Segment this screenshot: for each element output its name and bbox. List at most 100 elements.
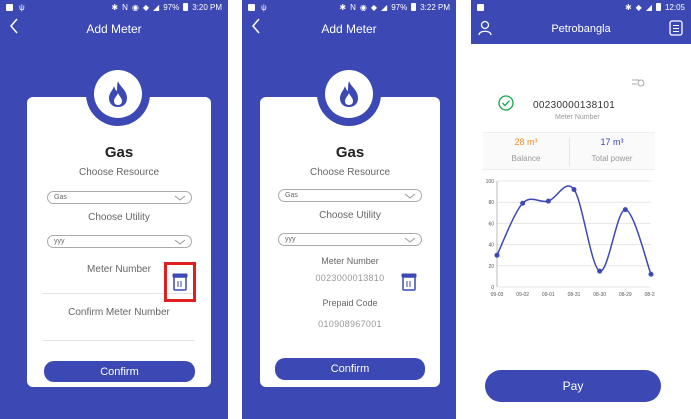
chevron-left-icon — [252, 18, 260, 34]
x-tick-label: 09-03 — [491, 292, 504, 298]
x-tick-label: 09-01 — [542, 292, 555, 298]
y-tick-label: 100 — [486, 179, 495, 185]
balance-column: 28 m³ Balance — [483, 137, 569, 163]
utility-select[interactable]: yyy — [278, 233, 422, 246]
gas-logo — [86, 62, 150, 126]
meter-dashboard-screen: ✱ ◆ ◢ 12:05 Petrobangla 00230000138101 M… — [471, 0, 691, 419]
check-circle-icon — [498, 95, 514, 111]
page-title: Petrobangla — [551, 23, 611, 35]
page-title: Add Meter — [321, 22, 377, 36]
usb-icon: ψ — [261, 2, 267, 12]
battery-icon — [655, 3, 661, 11]
utility-select-value: yyy — [285, 236, 296, 243]
history-icon[interactable] — [631, 77, 645, 88]
y-tick-label: 20 — [488, 264, 494, 270]
x-tick-label: 08-29 — [619, 292, 632, 298]
data-point — [597, 268, 603, 274]
chevron-down-icon — [404, 193, 416, 199]
meter-number: 00230000138101 — [533, 100, 616, 111]
data-point — [648, 271, 654, 277]
header: Add Meter — [0, 14, 228, 44]
battery-icon — [183, 3, 189, 11]
balance-value: 28 m³ — [514, 137, 538, 147]
total-power-label: Total power — [591, 154, 633, 163]
bluetooth-icon: ✱ — [624, 2, 632, 12]
page-title: Add Meter — [86, 22, 142, 36]
x-tick-label: 08-28 — [645, 292, 655, 298]
signal-icon: ◢ — [153, 2, 160, 12]
image-icon — [6, 3, 13, 11]
meter-number-label: Meter Number — [555, 114, 600, 121]
signal-icon: ◢ — [645, 2, 652, 12]
resource-select-value: Gas — [285, 192, 298, 199]
chevron-down-icon — [174, 239, 186, 245]
confirm-meter-number-label: Confirm Meter Number — [68, 307, 170, 318]
choose-utility-label: Choose Utility — [88, 212, 150, 223]
add-meter-screen-1: ψ ✱ N ◉ ◆ ◢ 97% 3:20 PM Add Meter Gas Ch… — [0, 0, 228, 419]
add-meter-screen-2: ψ ✱ N ◉ ◆ ◢ 97% 3:22 PM Add Meter Gas Ch… — [242, 0, 456, 419]
status-time: 3:22 PM — [420, 2, 450, 12]
data-point — [622, 207, 628, 213]
meter-scan-icon[interactable] — [401, 273, 417, 291]
gas-logo — [317, 62, 381, 126]
status-bar: ψ ✱ N ◉ ◆ ◢ 97% 3:22 PM — [242, 0, 456, 14]
nfc-icon: N — [350, 2, 356, 12]
choose-resource-label: Choose Resource — [309, 167, 391, 178]
prepaid-code-label: Prepaid Code — [322, 298, 378, 308]
signal-icon: ◢ — [381, 2, 388, 12]
wifi-icon: ◆ — [635, 2, 642, 12]
data-point — [545, 198, 551, 204]
x-tick-label: 09-02 — [516, 292, 529, 298]
resource-select[interactable]: Gas — [278, 189, 422, 202]
add-meter-card: Gas Choose Resource Gas Choose Utility y… — [260, 97, 440, 387]
data-point — [520, 200, 526, 206]
choose-resource-label: Choose Resource — [78, 167, 160, 178]
prepaid-code-value[interactable]: 010908967001 — [260, 319, 440, 329]
nfc-icon: N — [122, 2, 128, 12]
battery-level: 97% — [391, 2, 408, 12]
usb-icon: ψ — [19, 2, 25, 12]
battery-icon — [411, 3, 417, 11]
data-point — [494, 252, 500, 258]
x-tick-label: 08-31 — [568, 292, 581, 298]
resource-select[interactable]: Gas — [47, 191, 192, 204]
document-icon[interactable] — [669, 20, 683, 36]
meter-panel: 00230000138101 Meter Number 28 m³ Balanc… — [483, 71, 655, 353]
pay-button[interactable]: Pay — [485, 370, 661, 402]
balance-row: 28 m³ Balance 17 m³ Total power — [483, 132, 655, 170]
series-line — [496, 185, 652, 275]
balance-label: Balance — [511, 154, 541, 163]
utility-select[interactable]: yyy — [47, 235, 192, 248]
data-saver-icon: ◉ — [359, 2, 367, 12]
wifi-icon: ◆ — [142, 2, 150, 12]
wifi-icon: ◆ — [370, 2, 378, 12]
status-time: 3:20 PM — [192, 2, 222, 12]
status-bar: ψ ✱ N ◉ ◆ ◢ 97% 3:20 PM — [0, 0, 228, 14]
header: Add Meter — [242, 14, 456, 44]
image-icon — [248, 3, 255, 11]
y-tick-label: 60 — [488, 221, 494, 227]
bluetooth-icon: ✱ — [111, 2, 119, 12]
back-button[interactable] — [250, 18, 270, 40]
user-icon[interactable] — [478, 20, 494, 36]
flame-icon — [109, 81, 127, 107]
chevron-down-icon — [174, 195, 186, 201]
confirm-button[interactable]: Confirm — [44, 361, 195, 382]
meter-scan-icon[interactable] — [172, 273, 188, 291]
chevron-down-icon — [404, 237, 416, 243]
x-tick-label: 08-30 — [593, 292, 606, 298]
data-saver-icon: ◉ — [131, 2, 139, 12]
back-button[interactable] — [8, 18, 28, 40]
status-time: 12:05 — [664, 2, 685, 12]
usage-line-chart: 0 20 40 60 80 100 09-03 09-02 09-01 08-31 08-30 08-… — [486, 179, 655, 298]
confirm-meter-number-input[interactable] — [43, 340, 195, 341]
add-meter-card: Gas Choose Resource Gas Choose Utility y… — [27, 97, 211, 387]
header: Petrobangla — [471, 14, 691, 44]
confirm-button[interactable]: Confirm — [275, 358, 425, 380]
y-tick-label: 0 — [491, 285, 494, 291]
battery-level: 97% — [163, 2, 180, 12]
total-power-value: 17 m³ — [600, 137, 624, 147]
choose-utility-label: Choose Utility — [319, 210, 381, 221]
total-power-column: 17 m³ Total power — [569, 137, 655, 163]
chevron-left-icon — [10, 18, 18, 34]
